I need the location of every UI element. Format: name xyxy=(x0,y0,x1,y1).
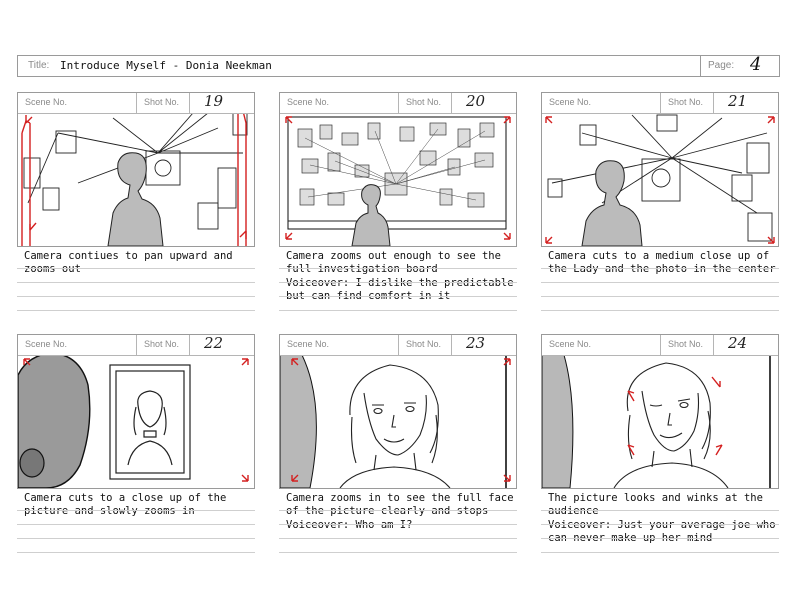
panel-caption: Camera cuts to a close up of the picture… xyxy=(24,492,227,518)
scene-label: Scene No. xyxy=(287,97,330,107)
shot-label: Shot No. xyxy=(406,97,442,107)
storyboard-panel-19: Scene No. Shot No. 19 Camera contiues to… xyxy=(17,92,255,317)
panel-caption: Camera cuts to a medium close up of the … xyxy=(548,250,776,276)
panel-frame: Scene No. Shot No. 22 xyxy=(17,334,255,489)
storyboard-panel-22: Scene No. Shot No. 22 Camera cuts to a c… xyxy=(17,334,255,559)
divider xyxy=(700,56,701,76)
shot-number: 20 xyxy=(466,92,486,110)
sketch-investigation-board xyxy=(285,116,511,246)
shot-label: Shot No. xyxy=(144,97,180,107)
storyboard-panel-23: Scene No. Shot No. 23 Camera zooms in to… xyxy=(279,334,517,559)
shot-label: Shot No. xyxy=(668,339,704,349)
shot-label: Shot No. xyxy=(144,339,180,349)
scene-label: Scene No. xyxy=(25,97,68,107)
page-number: 4 xyxy=(750,54,762,75)
panel-frame: Scene No. Shot No. 21 xyxy=(541,92,779,247)
sketch-wink xyxy=(542,354,771,488)
panel-topbar: Scene No. Shot No. 22 xyxy=(18,335,254,356)
panel-frame: Scene No. Shot No. 23 xyxy=(279,334,517,489)
shot-label: Shot No. xyxy=(668,97,704,107)
panel-topbar: Scene No. Shot No. 24 xyxy=(542,335,778,356)
scene-label: Scene No. xyxy=(25,339,68,349)
scene-label: Scene No. xyxy=(549,339,592,349)
sketch-full-face xyxy=(280,354,511,488)
title-value: Introduce Myself - Donia Neekman xyxy=(60,59,272,72)
panel-caption: Camera zooms in to see the full face of … xyxy=(286,492,514,531)
panel-topbar: Scene No. Shot No. 23 xyxy=(280,335,516,356)
storyboard-panel-21: Scene No. Shot No. 21 Camera cuts to a m… xyxy=(541,92,779,317)
panel-topbar: Scene No. Shot No. 20 xyxy=(280,93,516,114)
panel-caption: Camera contiues to pan upward and zooms … xyxy=(24,250,233,276)
scene-label: Scene No. xyxy=(549,97,592,107)
panel-frame: Scene No. Shot No. 19 xyxy=(17,92,255,247)
storyboard-panel-20: Scene No. Shot No. 20 Camera zooms out e… xyxy=(279,92,517,317)
panel-frame: Scene No. Shot No. 24 xyxy=(541,334,779,489)
panel-topbar: Scene No. Shot No. 19 xyxy=(18,93,254,114)
storyboard-header: Title: Introduce Myself - Donia Neekman … xyxy=(17,54,780,77)
sketch-closeup-picture xyxy=(18,352,249,488)
sketch-board-wide xyxy=(21,105,248,246)
panel-frame: Scene No. Shot No. 20 xyxy=(279,92,517,247)
storyboard-panel-24: Scene No. Shot No. 24 The picture looks … xyxy=(541,334,779,559)
shot-number: 24 xyxy=(728,334,748,352)
shot-number: 19 xyxy=(204,92,224,110)
shot-number: 21 xyxy=(728,92,748,110)
shot-number: 23 xyxy=(466,334,486,352)
title-label: Title: xyxy=(28,60,50,71)
page-label: Page: xyxy=(708,60,735,71)
shot-number: 22 xyxy=(204,334,224,352)
panel-topbar: Scene No. Shot No. 21 xyxy=(542,93,778,114)
sketch-medium-closeup xyxy=(545,114,775,246)
scene-label: Scene No. xyxy=(287,339,330,349)
shot-label: Shot No. xyxy=(406,339,442,349)
